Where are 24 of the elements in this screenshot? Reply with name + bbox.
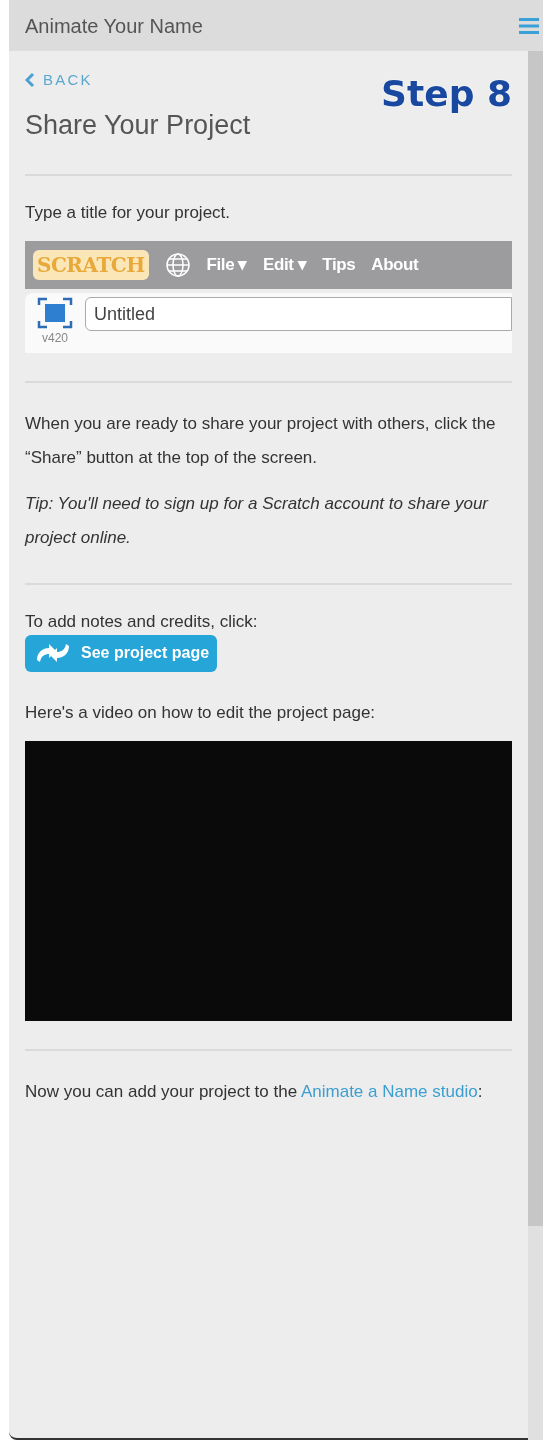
project-title-field[interactable]: Untitled xyxy=(85,297,512,331)
scrollbar-thumb[interactable] xyxy=(528,51,543,1226)
instruction-text: Type a title for your project. xyxy=(25,201,232,224)
menu-item[interactable]: Tips xyxy=(322,252,356,278)
tip-text: Tip: You'll need to sign up for a Scratch account to share your project online. xyxy=(25,493,490,549)
version-label: v420 xyxy=(42,330,68,347)
step-label: Step 8 xyxy=(381,72,512,116)
studio-link[interactable]: Animate a Name studio xyxy=(300,1082,478,1101)
menu-item[interactable]: Edit ▾ xyxy=(263,252,307,278)
header-title: Animate Your Name xyxy=(25,13,203,39)
video-caption: Here's a video on how to edit the project page: xyxy=(25,701,377,724)
page-heading: Share Your Project xyxy=(25,109,251,142)
back-link[interactable]: BACK xyxy=(25,63,251,97)
see-project-page-button[interactable]: See project page xyxy=(25,634,218,672)
studio-text: Now you can add your project to the Animate a Name studio: xyxy=(25,1081,484,1103)
menu-icon[interactable] xyxy=(519,16,539,35)
instruction-text: To add notes and credits, click: xyxy=(25,611,259,633)
instruction-text: When you are ready to share your project with others, click the “Share” button at the top of the screen. xyxy=(25,413,497,469)
menu-item[interactable]: About xyxy=(371,252,419,278)
fullscreen-icon[interactable] xyxy=(37,297,73,329)
globe-icon xyxy=(164,252,191,278)
menu-item[interactable]: File ▾ xyxy=(206,252,248,278)
chevron-left-icon xyxy=(25,72,35,88)
scratch-logo: SCRATCH xyxy=(33,250,149,280)
